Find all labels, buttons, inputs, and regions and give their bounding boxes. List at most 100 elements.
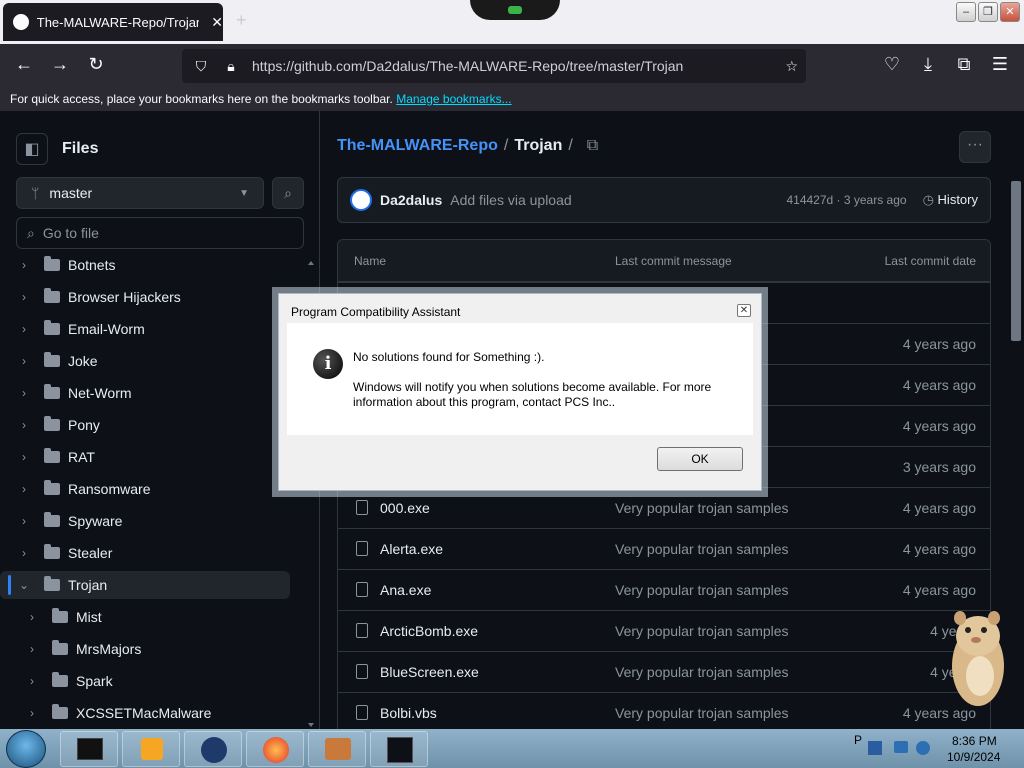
close-window-button[interactable]: ✕ [1000,2,1020,22]
copy-path-icon[interactable]: ⧉ [587,137,598,155]
manage-bookmarks-link[interactable]: Manage bookmarks... [396,92,511,106]
commit-message-cell[interactable]: Very popular trojan samples [615,541,789,557]
commit-message[interactable]: Add files via upload [450,192,571,208]
taskbar-app-window[interactable] [370,731,428,767]
taskbar-app-terminal[interactable] [60,731,118,767]
volume-icon[interactable] [916,741,930,755]
table-row[interactable]: Alerta.exe Very popular trojan samples 4 y… [338,528,990,569]
sidebar-item-spark[interactable]: › Spark [0,667,290,695]
close-tab-icon[interactable]: ✕ [211,14,223,31]
commit-message-cell[interactable]: Very popular trojan samples [615,705,789,721]
dialog-close-button[interactable]: ✕ [737,304,751,317]
avatar[interactable] [350,189,372,211]
network-icon[interactable] [894,741,908,753]
sidebar-item-pony[interactable]: › Pony [0,411,290,439]
go-to-file-input[interactable]: ⌕ Go to file [16,217,304,249]
lock-icon[interactable]: 🔒︎ [220,58,242,75]
clock-time[interactable]: 8:36 PM [952,734,997,748]
clock-date[interactable]: 10/9/2024 [947,750,1000,764]
chevron-right-icon[interactable]: › [24,674,40,688]
sidebar-item-mrsmajors[interactable]: › MrsMajors [0,635,290,663]
windows-taskbar: P [0,729,1024,768]
pocket-icon[interactable]: ♡ [880,54,904,75]
file-name[interactable]: Ana.exe [380,582,431,598]
commit-message-cell[interactable]: Very popular trojan samples [615,623,789,639]
search-icon[interactable]: ⌕ [272,177,304,209]
menu-icon[interactable]: ☰ [988,54,1012,75]
commit-message-cell[interactable]: Very popular trojan samples [615,664,789,680]
browser-tab[interactable]: The-MALWARE-Repo/Trojan at ✕ [3,3,223,41]
table-row[interactable]: Bolbi.vbs Very popular trojan samples 4 ye… [338,692,990,729]
back-button[interactable]: ← [12,54,36,75]
reload-button[interactable]: ↻ [84,54,108,75]
file-name[interactable]: Alerta.exe [380,541,443,557]
maximize-button[interactable]: ❐ [978,2,998,22]
minimize-button[interactable]: – [956,2,976,22]
start-button[interactable] [6,730,46,768]
commit-sha-time[interactable]: 414427d · 3 years ago [786,193,906,207]
tray-keyboard-indicator[interactable]: P [854,733,862,747]
table-row[interactable]: BlueScreen.exe Very popular trojan sample… [338,651,990,692]
chevron-right-icon[interactable]: › [16,450,32,464]
sidebar-item-rat[interactable]: › RAT [0,443,290,471]
chevron-right-icon[interactable]: › [16,482,32,496]
chevron-right-icon[interactable]: › [24,706,40,720]
commit-message-cell[interactable]: Very popular trojan samples [615,500,789,516]
commit-message-cell[interactable]: Very popular trojan samples [615,582,789,598]
sidebar-item-spyware[interactable]: › Spyware [0,507,290,535]
browser-toolbar: ← → ↻ ⛉ 🔒︎ https://github.com/Da2dalus/T… [0,44,1024,88]
sidebar-item-xcssetmacmalware[interactable]: › XCSSETMacMalware [0,699,290,727]
address-bar[interactable]: ⛉ 🔒︎ https://github.com/Da2dalus/The-MAL… [182,49,806,83]
sidebar-item-net-worm[interactable]: › Net-Worm [0,379,290,407]
taskbar-app-paint[interactable] [308,731,366,767]
page-scrollbar-thumb[interactable] [1011,181,1021,341]
shield-icon[interactable]: ⛉ [190,58,212,75]
commit-author[interactable]: Da2dalus [380,192,442,208]
file-icon [356,664,368,679]
more-options-button[interactable]: ··· [959,131,991,163]
forward-button[interactable]: → [48,54,72,75]
downloads-icon[interactable]: ⤓ [916,54,940,75]
file-name[interactable]: Bolbi.vbs [380,705,437,721]
sidebar-item-email-worm[interactable]: › Email-Worm [0,315,290,343]
taskbar-app-globe[interactable] [184,731,242,767]
sidebar-item-mist[interactable]: › Mist [0,603,290,631]
table-row[interactable]: 000.exe Very popular trojan samples 4 year… [338,487,990,528]
taskbar-app-firefox[interactable] [246,731,304,767]
sidebar-item-joke[interactable]: › Joke [0,347,290,375]
chevron-right-icon[interactable]: › [16,386,32,400]
chevron-right-icon[interactable]: › [16,514,32,528]
url-text[interactable]: https://github.com/Da2dalus/The-MALWARE-… [252,58,683,74]
chevron-right-icon[interactable]: › [16,546,32,560]
table-row[interactable]: ArcticBomb.exe Very popular trojan sample… [338,610,990,651]
bookmark-star-icon[interactable]: ☆ [785,58,798,75]
branch-selector[interactable]: ᛘ master ▼ [16,177,264,209]
window-icon [387,737,413,763]
chevron-right-icon[interactable]: › [16,354,32,368]
new-tab-button[interactable]: + [236,10,247,31]
chevron-right-icon[interactable]: › [16,322,32,336]
file-name[interactable]: 000.exe [380,500,430,516]
file-name[interactable]: BlueScreen.exe [380,664,479,680]
chevron-right-icon[interactable]: › [16,258,32,272]
taskbar-app-media-player[interactable] [122,731,180,767]
sidebar-item-stealer[interactable]: › Stealer [0,539,290,567]
ok-button[interactable]: OK [657,447,743,471]
chevron-down-icon[interactable]: ⌄ [16,578,32,592]
chevron-right-icon[interactable]: › [16,418,32,432]
file-icon [356,582,368,597]
chevron-right-icon[interactable]: › [24,610,40,624]
chevron-right-icon[interactable]: › [16,290,32,304]
tray-flag-icon[interactable] [868,741,882,755]
sidebar-item-browser-hijackers[interactable]: › Browser Hijackers [0,283,290,311]
sidebar-item-botnets[interactable]: › Botnets [0,251,290,279]
extensions-icon[interactable]: ⧉ [952,54,976,75]
chevron-right-icon[interactable]: › [24,642,40,656]
history-button[interactable]: ◷ History [923,192,978,208]
file-name[interactable]: ArcticBomb.exe [380,623,478,639]
sidebar-item-ransomware[interactable]: › Ransomware [0,475,290,503]
collapse-sidebar-icon[interactable]: ◧ [16,133,48,165]
table-row[interactable]: Ana.exe Very popular trojan samples 4 year… [338,569,990,610]
breadcrumb-repo-link[interactable]: The-MALWARE-Repo [337,137,498,155]
sidebar-item-trojan[interactable]: ⌄ Trojan [0,571,290,599]
